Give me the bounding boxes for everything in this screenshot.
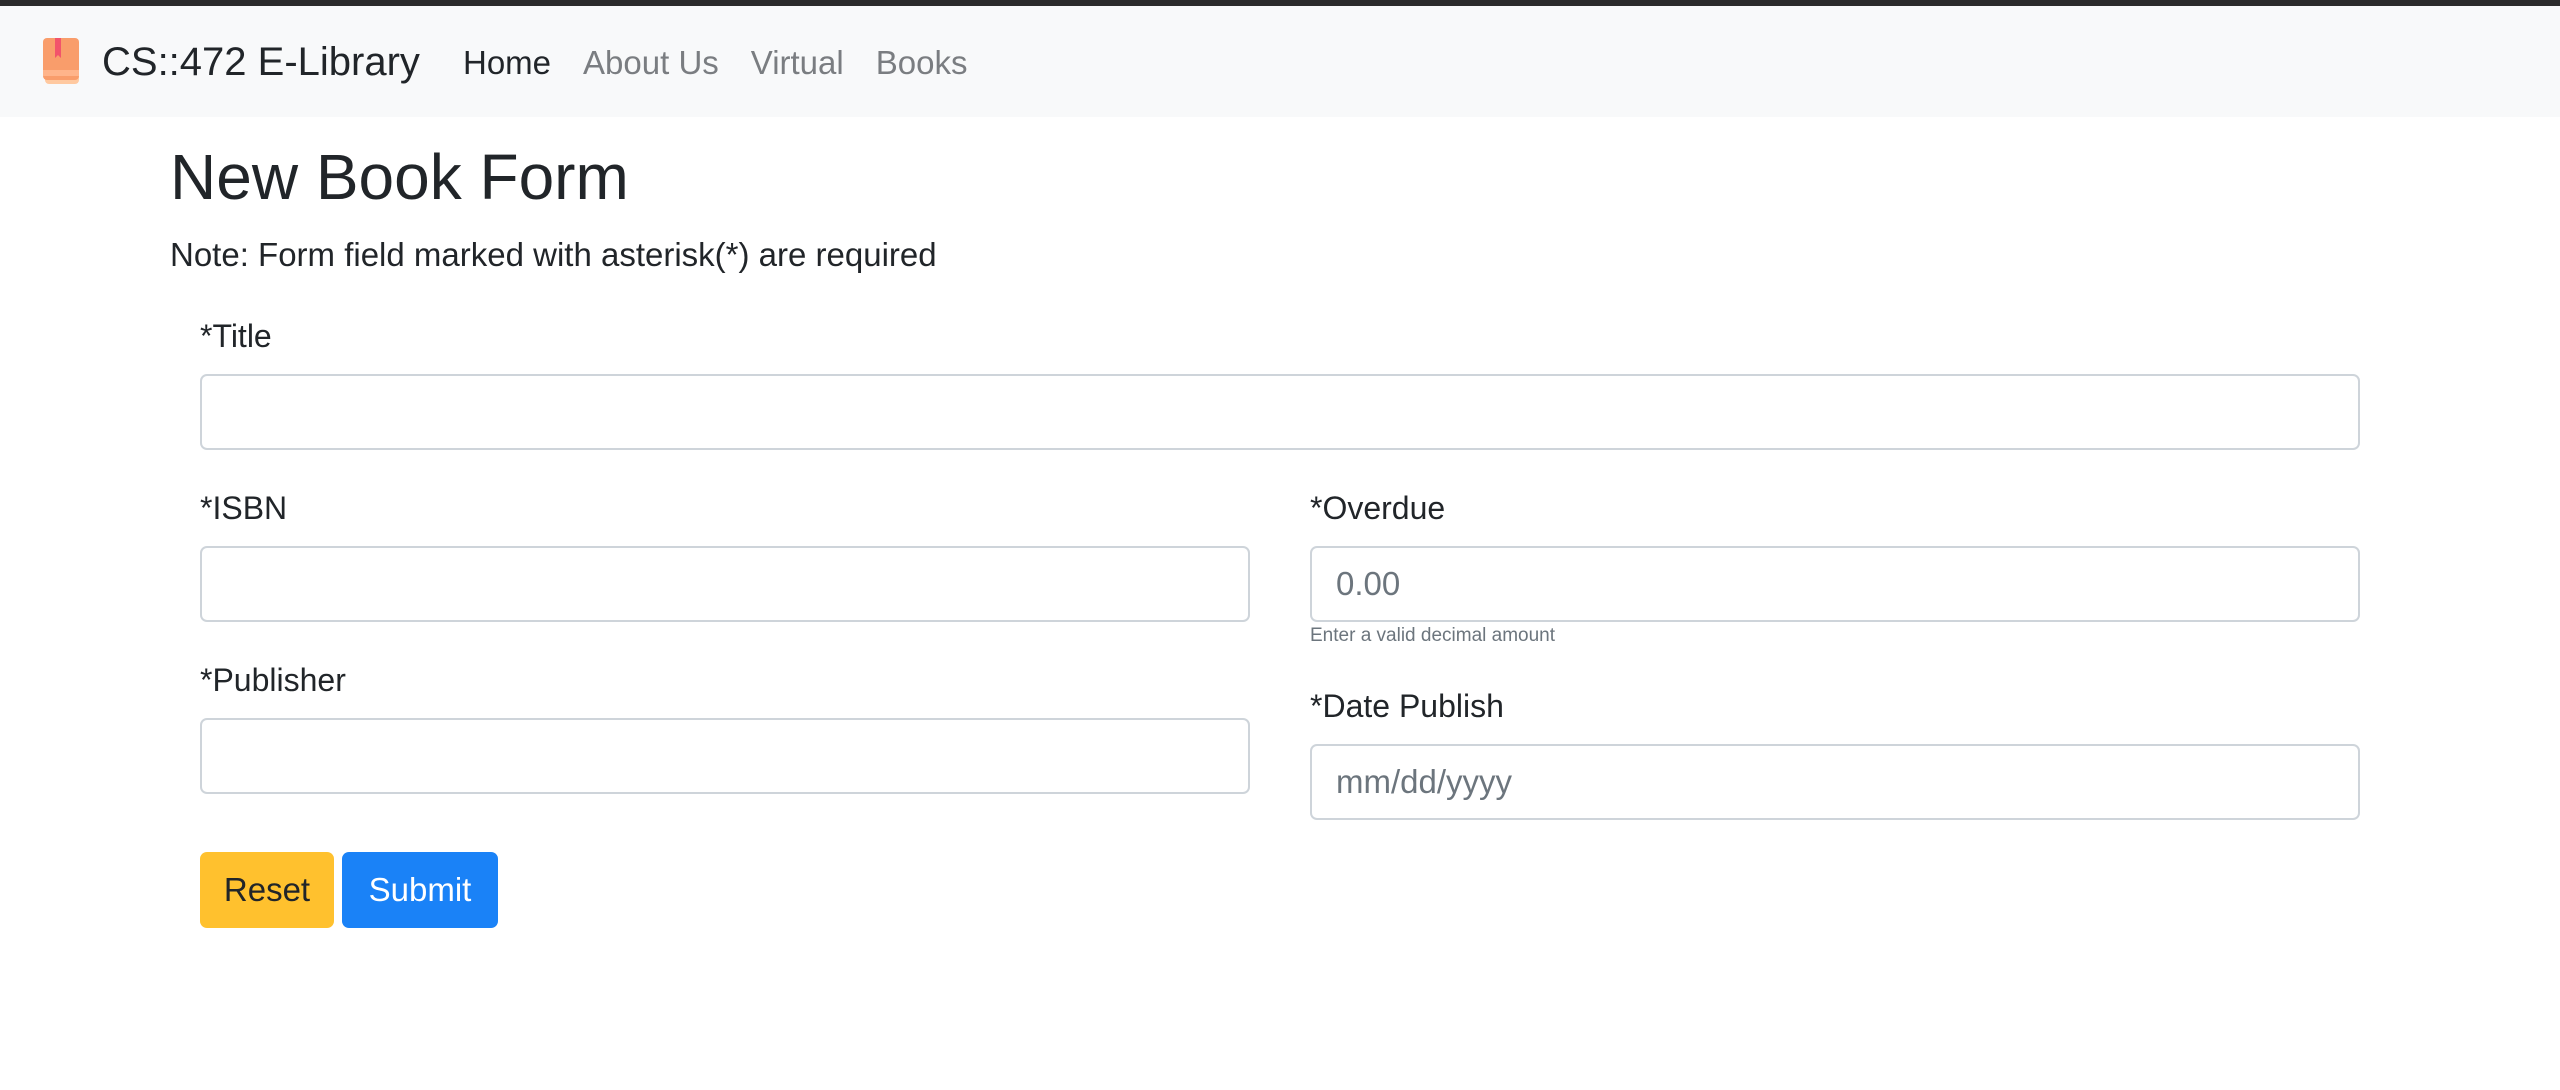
page-title: New Book Form: [170, 141, 629, 213]
submit-button[interactable]: Submit: [342, 852, 498, 928]
navbar: CS::472 E-Library Home About Us Virtual …: [0, 6, 2560, 117]
overdue-help-text: Enter a valid decimal amount: [1310, 625, 1556, 646]
nav-link-about-us[interactable]: About Us: [583, 44, 719, 82]
required-note: Note: Form field marked with asterisk(*)…: [170, 236, 937, 273]
overdue-label: *Overdue: [1310, 490, 1446, 526]
overdue-input[interactable]: [1310, 546, 2360, 622]
book-icon: [43, 38, 79, 84]
brand[interactable]: CS::472 E-Library: [42, 34, 420, 90]
date-publish-input[interactable]: [1310, 744, 2360, 820]
publisher-input[interactable]: [200, 718, 1250, 794]
nav-links: Home About Us Virtual Books: [463, 44, 999, 82]
brand-name: CS::472 E-Library: [102, 39, 420, 84]
title-label: *Title: [200, 318, 272, 354]
isbn-input[interactable]: [200, 546, 1250, 622]
nav-link-virtual[interactable]: Virtual: [751, 44, 844, 82]
nav-link-books[interactable]: Books: [876, 44, 968, 82]
isbn-label: *ISBN: [200, 490, 288, 526]
reset-button[interactable]: Reset: [200, 852, 334, 928]
publisher-label: *Publisher: [200, 662, 346, 698]
nav-link-home[interactable]: Home: [463, 44, 551, 82]
title-input[interactable]: [200, 374, 2360, 450]
date-publish-label: *Date Publish: [1310, 688, 1504, 724]
